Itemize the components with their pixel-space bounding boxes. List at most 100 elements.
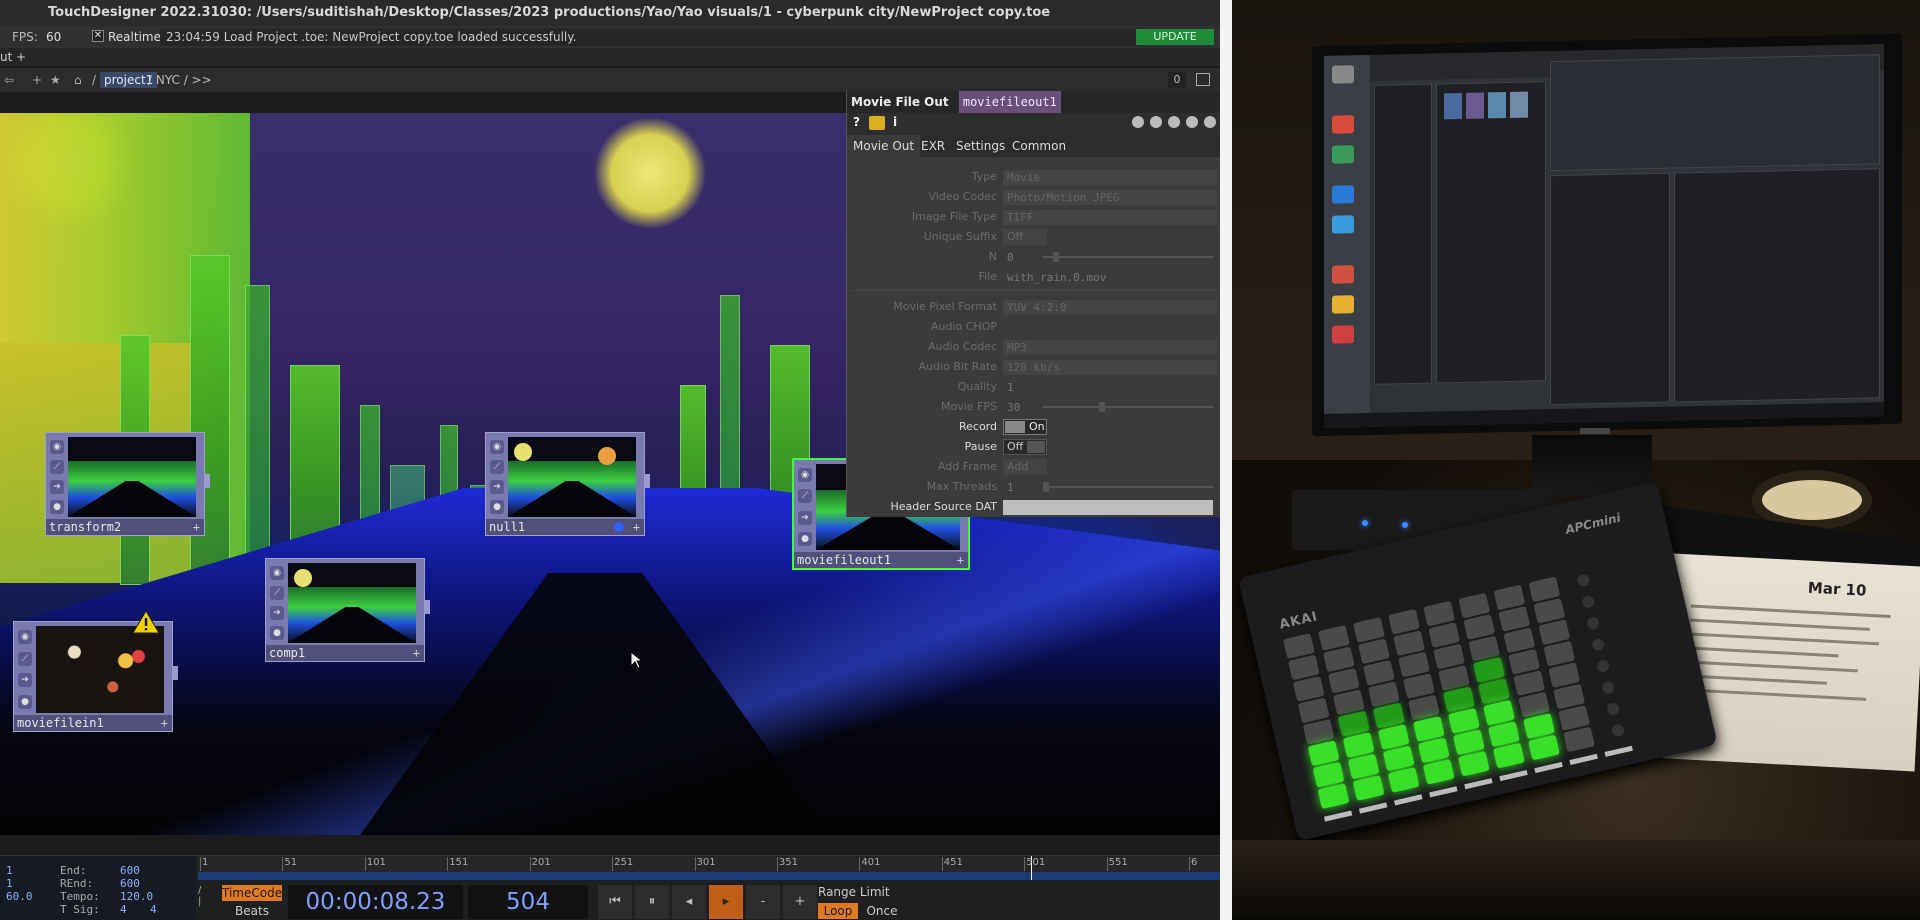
python-icon[interactable]: [869, 116, 885, 130]
add-pane-tab-button[interactable]: +: [16, 48, 26, 66]
step-back-button[interactable]: ◂: [672, 885, 706, 919]
display-icon[interactable]: ➔: [270, 606, 284, 620]
tsig-den[interactable]: 4: [150, 904, 157, 916]
rewind-button[interactable]: ⏮: [598, 885, 632, 919]
record-toggle[interactable]: On: [1003, 419, 1047, 435]
rend-value[interactable]: 600: [120, 878, 140, 890]
unique-suffix-toggle[interactable]: Off: [1003, 229, 1047, 245]
pause-toggle[interactable]: Off: [1003, 439, 1047, 455]
comment-icon[interactable]: [1150, 116, 1162, 128]
plus-icon[interactable]: +: [413, 645, 420, 661]
node-name-bar[interactable]: moviefilein1 +: [14, 715, 172, 731]
display-icon[interactable]: ➔: [50, 480, 64, 494]
audio-codec-menu[interactable]: MP3: [1003, 340, 1217, 355]
eraser-icon[interactable]: [1168, 116, 1180, 128]
timeline-ruler[interactable]: 1 51 101 151 201 251 301 351 401 451 501 551 6: [198, 856, 1220, 872]
tab-common[interactable]: Common: [1006, 135, 1072, 157]
output-connector[interactable]: [644, 473, 650, 488]
step-minus-button[interactable]: -: [746, 885, 780, 919]
realtime-checkbox[interactable]: ✕: [92, 30, 104, 42]
viewer-icon[interactable]: ◉: [798, 467, 812, 482]
node-name-bar[interactable]: comp1 +: [266, 645, 424, 661]
pixel-format-menu[interactable]: YUV 4:2:0: [1003, 300, 1217, 315]
viewer-icon[interactable]: ◉: [490, 440, 504, 454]
fps-value[interactable]: 60.0: [6, 891, 33, 903]
pane-tab[interactable]: ut: [0, 48, 12, 66]
once-button[interactable]: Once: [862, 903, 902, 919]
output-connector[interactable]: [204, 473, 210, 488]
output-connector[interactable]: [172, 665, 178, 680]
loop-button[interactable]: Loop: [818, 903, 858, 919]
back-arrow-icon[interactable]: ⇦: [4, 68, 14, 92]
add-icon[interactable]: [1204, 116, 1216, 128]
tsig-num[interactable]: 4: [120, 904, 127, 916]
timeline-mode-icon[interactable]: / |: [198, 885, 210, 919]
home-icon[interactable]: ⌂: [74, 68, 82, 92]
viewer-icon[interactable]: ◉: [270, 566, 284, 580]
plus-icon[interactable]: +: [957, 552, 964, 568]
update-button[interactable]: UPDATE: [1136, 29, 1214, 45]
bypass-icon[interactable]: ⟋: [490, 460, 504, 474]
step-plus-button[interactable]: +: [783, 885, 817, 919]
timeline-bar[interactable]: [198, 856, 1220, 880]
tab-settings[interactable]: Settings: [950, 135, 1011, 157]
timecode-toggle[interactable]: TimeCode: [222, 885, 282, 901]
render-icon[interactable]: ●: [18, 695, 32, 710]
tempo-value[interactable]: 120.0: [120, 891, 153, 903]
timecode-display[interactable]: 00:00:08.23: [288, 885, 463, 919]
rstart-value[interactable]: 1: [6, 878, 13, 890]
op-node-null1[interactable]: ◉ ⟋ ➔ ● null1 +: [485, 432, 650, 536]
tab-movie-out[interactable]: Movie Out: [847, 135, 921, 157]
plus-icon[interactable]: +: [161, 715, 168, 731]
max-threads-field[interactable]: 1: [1003, 480, 1039, 495]
python-help-icon[interactable]: [1186, 116, 1198, 128]
n-slider[interactable]: [1043, 252, 1213, 262]
audio-chop-field[interactable]: [1003, 320, 1217, 335]
node-name-bar[interactable]: moviefileout1 +: [794, 552, 968, 568]
display-icon[interactable]: ➔: [18, 673, 32, 688]
n-field[interactable]: 0: [1003, 250, 1039, 265]
beats-toggle[interactable]: Beats: [222, 903, 282, 919]
bypass-icon[interactable]: ⟋: [50, 460, 64, 474]
movie-fps-slider[interactable]: [1043, 402, 1213, 412]
warning-icon[interactable]: [132, 610, 160, 634]
edit-icon[interactable]: [1132, 116, 1144, 128]
op-node-comp1[interactable]: ◉ ⟋ ➔ ● comp1 +: [265, 558, 430, 662]
display-icon[interactable]: ➔: [490, 480, 504, 494]
playhead[interactable]: [1031, 856, 1033, 880]
play-button[interactable]: ▸: [709, 885, 743, 919]
plus-icon[interactable]: +: [633, 519, 640, 535]
path-rest[interactable]: / NYC / >>: [148, 68, 212, 92]
help-icon[interactable]: ?: [853, 115, 860, 129]
output-connector[interactable]: [424, 599, 430, 614]
end-value[interactable]: 600: [120, 865, 140, 877]
display-icon[interactable]: ➔: [798, 510, 812, 525]
file-field[interactable]: with_rain.0.mov: [1003, 270, 1217, 285]
plus-icon[interactable]: +: [193, 519, 200, 535]
quality-field[interactable]: 1: [1003, 380, 1039, 395]
audio-bit-rate-menu[interactable]: 128 kb/s: [1003, 360, 1217, 375]
start-value[interactable]: 1: [6, 865, 13, 877]
viewer-icon[interactable]: ◉: [18, 629, 32, 644]
node-name-bar[interactable]: transform2 +: [46, 519, 204, 535]
op-node-transform2[interactable]: ◉ ⟋ ➔ ● transform2 +: [45, 432, 210, 536]
render-icon[interactable]: ●: [270, 626, 284, 640]
view-toggle-icon[interactable]: [1196, 73, 1210, 86]
add-icon[interactable]: +: [32, 68, 42, 92]
op-name-field[interactable]: moviefileout1: [958, 91, 1061, 113]
bypass-icon[interactable]: ⟋: [18, 651, 32, 666]
op-node-moviefilein1[interactable]: ◉ ⟋ ➔ ● moviefilein1 +: [13, 610, 178, 732]
frame-display[interactable]: 504: [468, 885, 588, 919]
bypass-icon[interactable]: ⟋: [798, 489, 812, 504]
render-icon[interactable]: ●: [798, 532, 812, 547]
info-icon[interactable]: i: [893, 115, 897, 129]
bypass-icon[interactable]: ⟋: [270, 586, 284, 600]
add-frame-button[interactable]: Add: [1003, 459, 1047, 475]
max-threads-slider[interactable]: [1043, 482, 1213, 492]
video-codec-menu[interactable]: Photo/Motion JPEG: [1003, 190, 1217, 205]
node-name-bar[interactable]: null1 +: [486, 519, 644, 535]
movie-fps-field[interactable]: 30: [1003, 400, 1039, 415]
header-source-dat-field[interactable]: [1003, 500, 1213, 515]
pause-button[interactable]: ⏸: [635, 885, 669, 919]
render-icon[interactable]: ●: [50, 500, 64, 514]
